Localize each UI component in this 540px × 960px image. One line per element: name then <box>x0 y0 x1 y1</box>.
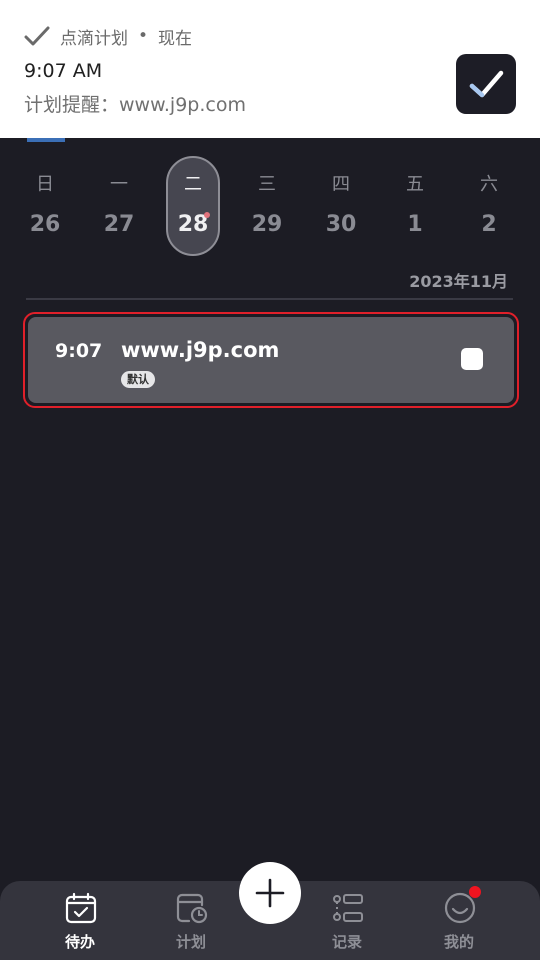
date-number: 2 <box>481 212 497 237</box>
weekday-label: 五 <box>406 174 424 195</box>
task-tag-badge: 默认 <box>121 371 155 388</box>
task-time: 9:07 <box>55 340 103 362</box>
notification-when: 现在 <box>158 28 193 49</box>
notification-time: 9:07 AM <box>24 60 103 82</box>
notification-body: 计划提醒：www.j9p.com <box>24 94 246 116</box>
weekday-label: 六 <box>480 174 498 195</box>
date-number: 1 <box>407 212 423 237</box>
date-number: 30 <box>325 212 357 237</box>
notification-banner[interactable]: 点滴计划 • 现在 9:07 AM 计划提醒：www.j9p.com <box>0 0 540 138</box>
plus-icon <box>255 878 285 908</box>
tab-indicator <box>27 138 65 142</box>
nav-item-record[interactable]: 记录 <box>307 881 387 960</box>
notification-badge <box>469 886 481 898</box>
app-logo-icon <box>456 54 516 114</box>
week-strip: 日 26 一 27 二 28 三 29 四 30 五 1 六 2 <box>8 156 526 256</box>
weekday-label: 二 <box>184 174 202 195</box>
day-tue-selected[interactable]: 二 28 <box>166 156 220 256</box>
day-mon[interactable]: 一 27 <box>92 156 146 256</box>
weekday-label: 四 <box>332 174 350 195</box>
task-checkbox[interactable] <box>461 348 483 370</box>
task-card[interactable]: 9:07 www.j9p.com 默认 <box>28 317 514 403</box>
nav-item-mine[interactable]: 我的 <box>419 881 499 960</box>
check-mark-icon <box>24 26 50 46</box>
todo-calendar-icon <box>65 892 97 924</box>
task-title: www.j9p.com <box>121 338 280 362</box>
nav-label: 待办 <box>64 933 95 951</box>
month-label: 2023年11月 <box>409 272 508 291</box>
divider <box>26 298 513 300</box>
weekday-label: 日 <box>36 174 54 195</box>
weekday-label: 一 <box>110 174 128 195</box>
nav-item-plan[interactable]: 计划 <box>151 881 231 960</box>
day-wed[interactable]: 三 29 <box>240 156 294 256</box>
nav-label: 计划 <box>175 933 206 951</box>
nav-label: 记录 <box>331 933 362 951</box>
day-thu[interactable]: 四 30 <box>314 156 368 256</box>
date-number: 26 <box>29 212 61 237</box>
notification-header: 点滴计划 • 现在 <box>24 24 193 49</box>
date-number: 27 <box>103 212 135 237</box>
record-list-icon <box>333 894 363 922</box>
notification-separator: • <box>138 26 149 46</box>
add-task-button[interactable] <box>239 862 301 924</box>
notification-app-name: 点滴计划 <box>60 28 128 49</box>
date-number: 28 <box>177 212 209 237</box>
plan-clock-icon <box>176 893 208 924</box>
date-number: 29 <box>251 212 283 237</box>
weekday-label: 三 <box>258 174 276 195</box>
nav-label: 我的 <box>443 933 474 951</box>
event-dot <box>204 212 210 218</box>
day-sun[interactable]: 日 26 <box>18 156 72 256</box>
day-sat[interactable]: 六 2 <box>462 156 516 256</box>
nav-item-todo[interactable]: 待办 <box>40 881 120 960</box>
day-fri[interactable]: 五 1 <box>388 156 442 256</box>
